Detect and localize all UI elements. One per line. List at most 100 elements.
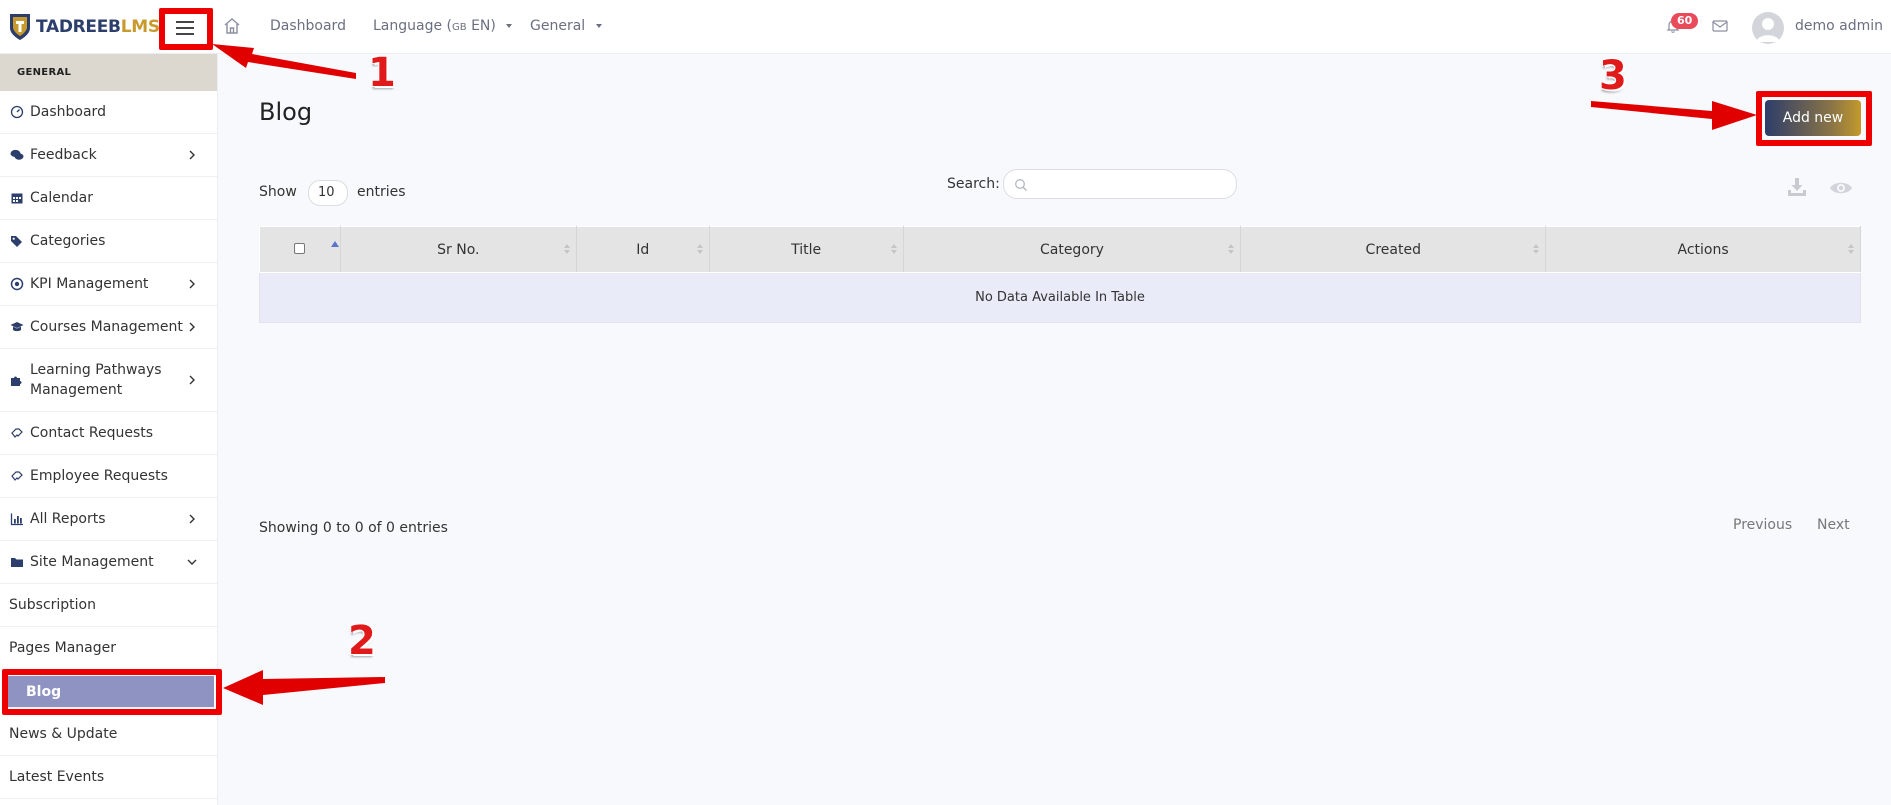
sidebar-item-dashboard[interactable]: Dashboard — [0, 91, 217, 134]
sidebar-item-categories[interactable]: Categories — [0, 220, 217, 263]
caret-down-icon — [595, 24, 602, 28]
sidebar: GENERAL Dashboard Feedback Calendar Cate… — [0, 54, 218, 805]
select-all-checkbox[interactable] — [294, 242, 306, 254]
sidebar-item-blog[interactable]: Blog — [8, 676, 214, 708]
sort-icon — [1228, 244, 1235, 254]
chevron-down-icon — [187, 559, 197, 565]
blog-table: Sr No. Id Title Category Created Actions… — [259, 226, 1861, 323]
notification-badge: 60 — [1671, 13, 1699, 29]
select-all-header — [259, 226, 341, 273]
column-header-id[interactable]: Id — [575, 226, 710, 273]
language-flag: GB — [452, 22, 467, 33]
target-icon — [10, 277, 24, 291]
home-icon[interactable] — [222, 16, 242, 36]
calendar-icon — [11, 193, 23, 204]
chevron-right-icon — [189, 514, 195, 524]
brand-name: TADREEBLMS — [36, 17, 160, 37]
chevron-right-icon — [189, 150, 195, 160]
handshake-icon — [11, 428, 23, 438]
sort-icon — [890, 244, 897, 254]
annotation-number-1: 1 — [368, 50, 396, 96]
column-header-sr-no[interactable]: Sr No. — [339, 226, 577, 273]
graduation-cap-icon — [10, 322, 24, 332]
entries-per-page-select[interactable]: 10 — [308, 180, 348, 206]
entries-label: entries — [357, 184, 406, 200]
sort-icon — [1848, 244, 1854, 254]
bar-chart-icon — [10, 513, 23, 526]
sidebar-item-pages-manager[interactable]: Pages Manager — [0, 627, 217, 670]
sidebar-item-label: Dashboard — [30, 104, 106, 120]
sidebar-item-label: Latest Events — [9, 769, 105, 785]
sidebar-item-label: News & Update — [9, 726, 118, 742]
column-header-category[interactable]: Category — [902, 226, 1242, 273]
sidebar-item-all-reports[interactable]: All Reports — [0, 498, 217, 541]
sidebar-item-label: Categories — [30, 233, 106, 249]
chevron-right-icon — [189, 322, 195, 332]
general-dropdown[interactable]: General — [530, 18, 602, 34]
download-icon[interactable] — [1786, 176, 1808, 198]
chevron-right-icon — [189, 375, 195, 385]
sidebar-section-header: GENERAL — [0, 54, 217, 91]
top-bar: TADREEBLMS Dashboard Language (GB EN) Ge… — [0, 0, 1891, 54]
nav-dashboard-link[interactable]: Dashboard — [270, 18, 346, 34]
mail-icon[interactable] — [1712, 20, 1728, 32]
comments-icon — [10, 149, 24, 160]
sidebar-item-label: Employee Requests — [30, 468, 168, 484]
hamburger-icon — [176, 21, 194, 35]
sidebar-item-label: Calendar — [30, 190, 93, 206]
sidebar-item-label: Pages Manager — [9, 640, 117, 656]
pagination-previous[interactable]: Previous — [1733, 517, 1792, 533]
page-title: Blog — [259, 98, 313, 126]
sort-icon — [1533, 244, 1540, 254]
table-row: No Data Available In Table — [259, 272, 1861, 323]
sidebar-item-site-management[interactable]: Site Management — [0, 541, 217, 584]
table-info: Showing 0 to 0 of 0 entries — [259, 520, 448, 536]
sidebar-item-label: Contact Requests — [30, 425, 154, 441]
sidebar-item-label: Feedback — [30, 147, 97, 163]
sidebar-item-contact-requests[interactable]: Contact Requests — [0, 412, 217, 455]
pagination-next[interactable]: Next — [1817, 517, 1850, 533]
sidebar-item-subscription[interactable]: Subscription — [0, 584, 217, 627]
sidebar-item-news-update[interactable]: News & Update — [0, 713, 217, 756]
sidebar-item-feedback[interactable]: Feedback — [0, 134, 217, 177]
tags-icon — [11, 236, 22, 247]
arrow-3-shape — [1591, 101, 1757, 130]
table-header-row: Sr No. Id Title Category Created Actions — [259, 226, 1861, 273]
general-label: General — [530, 18, 586, 34]
annotation-number-3: 3 — [1599, 53, 1627, 99]
folder-icon — [11, 558, 23, 567]
gauge-icon — [10, 105, 24, 119]
sidebar-item-calendar[interactable]: Calendar — [0, 177, 217, 220]
chevron-right-icon — [189, 279, 195, 289]
sidebar-item-label: Blog — [26, 683, 62, 700]
sidebar-item-label: Learning Pathways Management — [30, 362, 162, 398]
sidebar-item-label: All Reports — [30, 511, 106, 527]
user-name[interactable]: demo admin — [1795, 18, 1883, 34]
empty-table-message: No Data Available In Table — [259, 272, 1861, 323]
annotation-number-2: 2 — [348, 618, 376, 664]
column-header-actions[interactable]: Actions — [1545, 226, 1861, 273]
search-field[interactable] — [1003, 169, 1237, 199]
add-new-button[interactable]: Add new — [1765, 100, 1861, 136]
handshake-icon — [11, 471, 23, 481]
sidebar-item-employee-requests[interactable]: Employee Requests — [0, 455, 217, 498]
user-avatar[interactable] — [1752, 12, 1784, 44]
sidebar-item-label: KPI Management — [30, 276, 149, 292]
shield-logo-icon — [10, 14, 30, 40]
column-header-created[interactable]: Created — [1240, 226, 1547, 273]
sidebar-item-courses-management[interactable]: Courses Management — [0, 306, 217, 349]
sidebar-item-kpi-management[interactable]: KPI Management — [0, 263, 217, 306]
sidebar-item-latest-events[interactable]: Latest Events — [0, 756, 217, 799]
column-header-title[interactable]: Title — [708, 226, 904, 273]
puzzle-icon — [11, 376, 22, 386]
search-label: Search: — [947, 176, 1000, 192]
menu-toggle-button[interactable] — [165, 14, 205, 42]
sort-ascending-icon — [331, 241, 339, 247]
search-input[interactable] — [1032, 174, 1232, 194]
sort-icon — [563, 244, 570, 254]
sidebar-item-label: Site Management — [30, 554, 154, 570]
sidebar-item-learning-pathways[interactable]: Learning Pathways Management — [0, 349, 217, 412]
eye-icon[interactable] — [1829, 180, 1853, 196]
language-dropdown[interactable]: Language (GB EN) — [373, 18, 513, 34]
brand-logo[interactable]: TADREEBLMS — [8, 12, 160, 42]
